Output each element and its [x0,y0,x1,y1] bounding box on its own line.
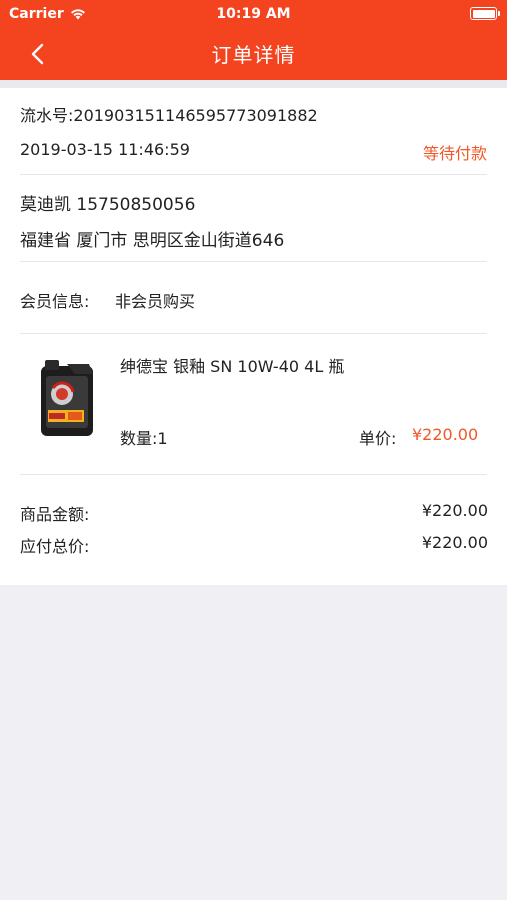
contact-address: 福建省 厦门市 思明区金山街道646 [20,231,285,251]
top-bar: Carrier 10:19 AM 订单详情 [0,0,507,80]
order-detail-card: 流水号:201903151146595773091882 2019-03-15 … [0,88,507,585]
total-payable-label: 应付总价: [20,537,90,556]
contact-name-phone: 莫迪凯 15750850056 [20,195,196,215]
divider [20,174,487,175]
navigation-bar: 订单详情 [0,28,507,80]
page-title: 订单详情 [211,43,296,67]
oil-bottle-image [41,360,93,436]
goods-amount-label: 商品金额: [20,505,90,524]
member-info-label: 会员信息: [20,292,90,311]
unit-price-label: 单价: [359,429,397,448]
order-status-badge: 等待付款 [422,144,487,163]
unit-price-value: ¥220.00 [412,425,479,444]
goods-amount-value: ¥220.00 [421,501,488,520]
product-quantity: 数量:1 [120,429,168,448]
order-datetime: 2019-03-15 11:46:59 [20,140,190,159]
status-bar: Carrier 10:19 AM [0,0,507,28]
member-info-value: 非会员购买 [115,292,196,311]
battery-icon [470,7,500,20]
product-name: 绅德宝 银釉 SN 10W-40 4L 瓶 [120,357,345,376]
divider [20,474,487,475]
total-payable-value: ¥220.00 [421,533,488,552]
divider [20,333,487,334]
divider [20,261,487,262]
header-gap [0,80,507,88]
order-serial: 流水号:201903151146595773091882 [20,106,318,125]
status-time: 10:19 AM [216,6,291,22]
